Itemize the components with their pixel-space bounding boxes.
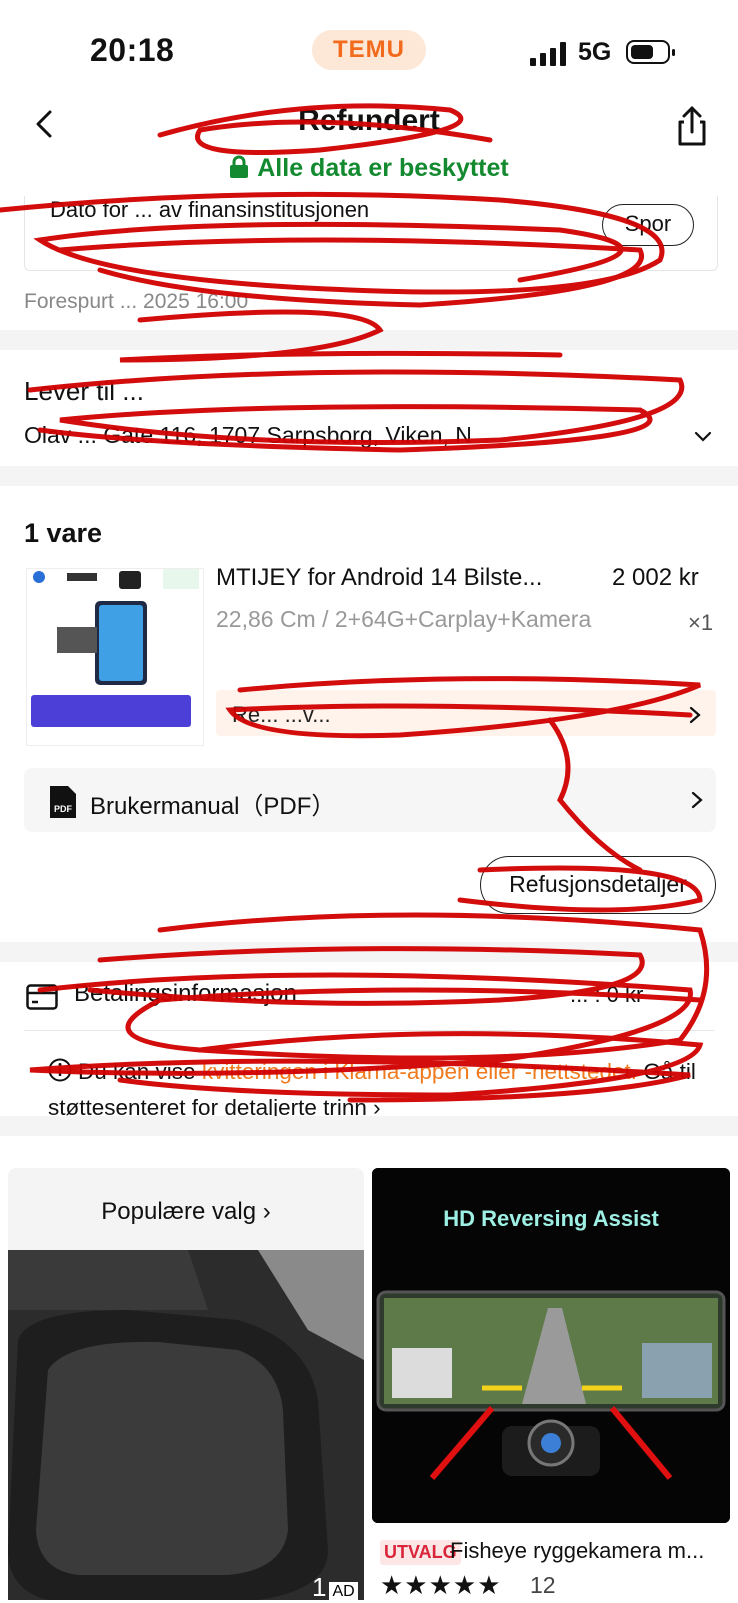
battery-icon (626, 40, 675, 64)
rating-stars: ★★★★★ (380, 1570, 502, 1600)
product-name[interactable]: MTIJEY for Android 14 Bilste... (216, 564, 611, 592)
chevron-right-icon[interactable] (690, 790, 704, 810)
section-divider (0, 330, 738, 350)
ad-badge: 1 AD (312, 1572, 358, 1603)
popular-choices-title[interactable]: Populære valg › (8, 1198, 364, 1226)
pdf-icon: PDF (50, 786, 76, 818)
chevron-right-icon[interactable] (688, 706, 702, 724)
ad-label: AD (329, 1582, 358, 1601)
items-count: 1 vare (24, 518, 103, 548)
section-divider (0, 1116, 738, 1136)
popular-choices-label: Populære valg (101, 1198, 257, 1225)
user-manual-label: Brukermanual（PDF） (90, 793, 336, 820)
track-button[interactable]: Spor (602, 204, 694, 246)
lock-icon (230, 155, 249, 178)
product-variant: 22,86 Cm / 2+64G+Carplay+Kamera (216, 606, 592, 632)
temu-badge[interactable]: TEMU (312, 30, 426, 70)
payment-info-label[interactable]: Betalingsinformasjon (74, 980, 297, 1008)
seat-cushion-image[interactable] (8, 1250, 364, 1600)
product-price: 2 002 kr (612, 564, 699, 591)
rating-count: 12 (530, 1572, 556, 1598)
network-label: 5G (578, 38, 612, 66)
hd-reversing-banner: HD Reversing Assist (443, 1206, 659, 1231)
info-prefix: Du kan vise (78, 1059, 202, 1084)
recommended-product-name[interactable]: Fisheye ryggekamera m... (450, 1538, 724, 1564)
requested-date: Forespurt ... 2025 16:00 (24, 290, 249, 313)
refund-banner-text: Re... ...v... (232, 702, 331, 727)
page-title: Refundert (298, 104, 440, 137)
refund-status-text: Dato for ... av finansinstitusjonen (50, 197, 370, 222)
product-quantity: ×1 (688, 610, 714, 635)
delivery-label: Lever til ... (24, 376, 144, 406)
secure-text: Alle data er beskyttet (257, 154, 509, 182)
product-thumbnail[interactable] (26, 568, 204, 746)
status-time: 20:18 (90, 32, 175, 68)
chevron-down-icon[interactable] (692, 426, 714, 448)
section-divider (0, 466, 738, 486)
section-divider (0, 942, 738, 962)
utvalg-badge: UTVALG (380, 1540, 461, 1565)
refund-details-button[interactable]: Refusjonsdetaljer (480, 856, 716, 914)
card-icon (26, 984, 58, 1010)
klarna-link[interactable]: kvitteringen i Klarna-appen eller -netts… (202, 1059, 637, 1084)
delivery-address: Olav ... Gate 116, 1707 Sarpsborg, Viken… (24, 422, 472, 448)
signal-icon (530, 42, 568, 66)
share-icon[interactable] (672, 104, 712, 148)
secure-notice: Alle data er beskyttet (0, 154, 738, 183)
payment-total: ... : 0 kr (570, 982, 644, 1007)
svg-text:PDF: PDF (54, 804, 73, 814)
ad-number: 1 (312, 1572, 327, 1602)
row-divider (24, 1030, 714, 1031)
